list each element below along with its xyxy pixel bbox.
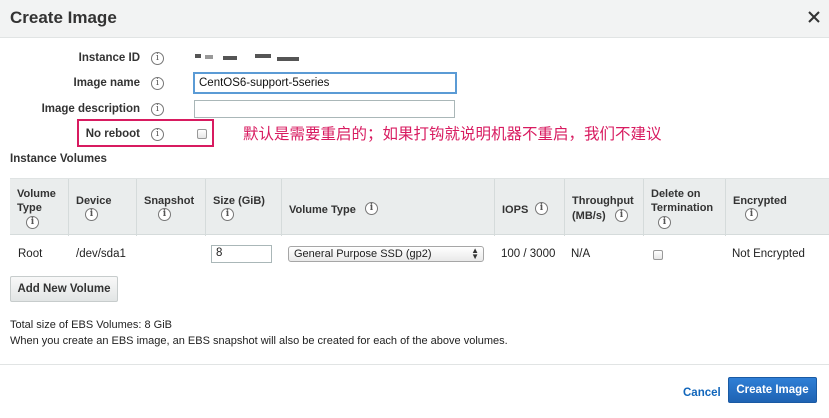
column-snapshot: Snapshot i <box>136 179 205 236</box>
column-label: Throughput <box>572 195 634 207</box>
cell-volume-type: Root <box>18 248 43 260</box>
column-label: Snapshot <box>144 195 195 207</box>
column-volume-type: Volume Type i <box>10 179 68 236</box>
info-icon[interactable]: i <box>158 208 171 221</box>
footer-divider <box>0 364 829 365</box>
info-icon[interactable]: i <box>615 209 628 222</box>
dialog-title: Create Image <box>10 8 117 27</box>
column-label: IOPS <box>502 204 529 216</box>
info-icon[interactable]: i <box>365 202 378 215</box>
volume-type-select-value: General Purpose SSD (gp2) <box>294 248 432 260</box>
snapshot-note-text: When you create an EBS image, an EBS sna… <box>10 335 508 347</box>
size-input[interactable]: 8 <box>211 245 272 263</box>
no-reboot-checkbox[interactable] <box>197 129 207 139</box>
cell-device: /dev/sda1 <box>76 248 126 260</box>
cell-encrypted: Not Encrypted <box>732 248 805 260</box>
info-icon[interactable]: i <box>221 208 234 221</box>
column-label: Termination <box>651 202 714 214</box>
total-size-text: Total size of EBS Volumes: 8 GiB <box>10 319 173 331</box>
info-icon[interactable]: i <box>26 216 39 229</box>
column-delete-on-termination: Delete on Termination i <box>643 179 725 236</box>
volumes-table-header: Volume Type i Device i Snapshot i Size (… <box>10 178 829 236</box>
instance-volumes-title: Instance Volumes <box>10 153 107 165</box>
info-icon[interactable]: i <box>151 103 164 116</box>
instance-id-row: Instance ID i <box>0 48 829 70</box>
column-label: Device <box>76 195 112 207</box>
dialog-header: Create Image <box>0 0 829 38</box>
delete-on-termination-checkbox[interactable] <box>653 250 663 260</box>
info-icon[interactable]: i <box>85 208 98 221</box>
close-icon[interactable] <box>805 8 823 26</box>
info-icon[interactable]: i <box>151 77 164 90</box>
info-icon[interactable]: i <box>658 216 671 229</box>
column-label: Type <box>17 202 42 214</box>
cell-throughput: N/A <box>571 248 591 260</box>
column-label: Volume <box>17 188 56 200</box>
column-throughput: Throughput (MB/s) i <box>564 179 643 236</box>
image-name-input[interactable]: CentOS6-support-5series <box>193 72 457 94</box>
create-image-button[interactable]: Create Image <box>728 377 817 403</box>
image-name-label: Image name <box>73 77 140 89</box>
info-icon[interactable]: i <box>151 52 164 65</box>
column-label: Volume Type <box>289 204 356 216</box>
info-icon[interactable]: i <box>745 208 758 221</box>
cell-iops: 100 / 3000 <box>501 248 556 260</box>
column-encrypted: Encrypted i <box>725 179 829 236</box>
column-label: Encrypted <box>733 195 787 207</box>
image-description-label: Image description <box>41 103 140 115</box>
column-size: Size (GiB) i <box>205 179 281 236</box>
info-icon[interactable]: i <box>151 128 164 141</box>
column-device: Device i <box>68 179 136 236</box>
add-new-volume-button[interactable]: Add New Volume <box>10 276 118 302</box>
image-description-input[interactable] <box>194 100 455 118</box>
annotation-note: 默认是需要重启的；如果打钩就说明机器不重启，我们不建议 <box>243 126 662 143</box>
column-volume-type-select: Volume Type i <box>281 179 494 236</box>
cancel-link[interactable]: Cancel <box>683 387 721 399</box>
instance-id-label: Instance ID <box>78 52 140 64</box>
column-iops: IOPS i <box>494 179 564 236</box>
info-icon[interactable]: i <box>535 202 548 215</box>
column-label: (MB/s) <box>572 210 606 222</box>
column-label: Size (GiB) <box>213 195 265 207</box>
no-reboot-label: No reboot <box>85 128 140 140</box>
instance-id-value-redacted <box>195 52 305 64</box>
volume-type-select[interactable]: General Purpose SSD (gp2) ▲ ▼ <box>288 246 484 262</box>
select-arrows-icon: ▲ ▼ <box>471 246 479 261</box>
column-label: Delete on <box>651 188 701 200</box>
